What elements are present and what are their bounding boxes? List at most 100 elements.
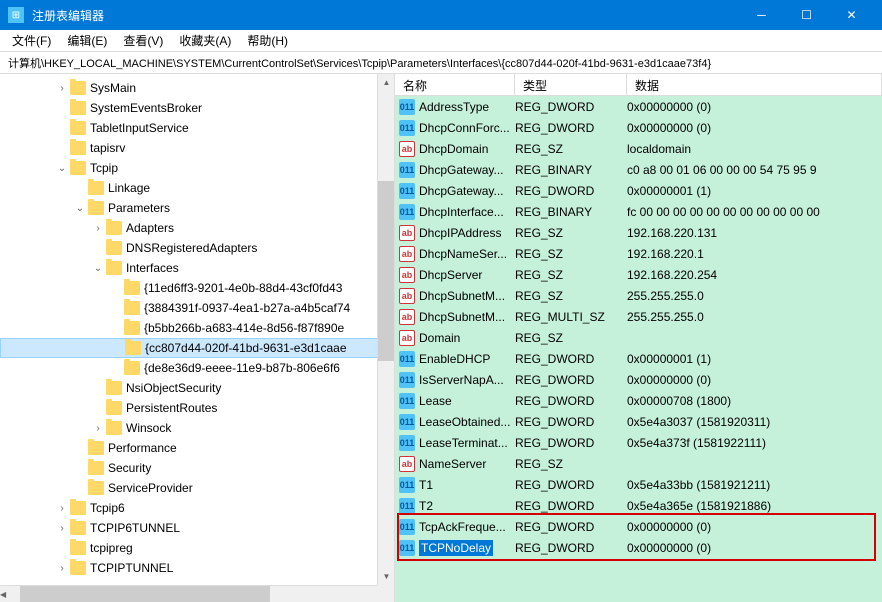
tree-item-security[interactable]: Security — [0, 458, 394, 478]
folder-icon — [70, 121, 86, 135]
listview[interactable]: 名称 类型 数据 011AddressTypeREG_DWORD0x000000… — [395, 74, 882, 602]
tree-item-tcpip[interactable]: ⌄Tcpip — [0, 158, 394, 178]
expander-icon[interactable]: ⌄ — [72, 203, 88, 214]
tree-item-nsios[interactable]: NsiObjectSecurity — [0, 378, 394, 398]
tree-item-interfaces[interactable]: ⌄ Interfaces — [0, 258, 394, 278]
maximize-button[interactable]: ☐ — [784, 0, 829, 30]
value-row[interactable]: 011IsServerNapA...REG_DWORD0x00000000 (0… — [395, 369, 882, 390]
tree-item-tcpiptunnel[interactable]: ›TCPIPTUNNEL — [0, 558, 394, 578]
value-row[interactable]: abDhcpSubnetM...REG_SZ255.255.255.0 — [395, 285, 882, 306]
tree-item-seb[interactable]: SystemEventsBroker — [0, 98, 394, 118]
value-row[interactable]: abDhcpNameSer...REG_SZ192.168.220.1 — [395, 243, 882, 264]
binary-value-icon: 011 — [399, 183, 415, 199]
value-row[interactable]: 011T1REG_DWORD0x5e4a33bb (1581921211) — [395, 474, 882, 495]
tree-label: Interfaces — [126, 261, 179, 275]
value-name: T1 — [419, 478, 433, 492]
value-row[interactable]: 011AddressTypeREG_DWORD0x00000000 (0) — [395, 96, 882, 117]
value-row[interactable]: abDhcpDomainREG_SZlocaldomain — [395, 138, 882, 159]
value-row[interactable]: 011DhcpGateway...REG_DWORD0x00000001 (1) — [395, 180, 882, 201]
value-row[interactable]: 011LeaseObtained...REG_DWORD0x5e4a3037 (… — [395, 411, 882, 432]
value-type: REG_DWORD — [515, 394, 627, 408]
value-data: 0x00000000 (0) — [627, 373, 878, 387]
tree-item-perf[interactable]: Performance — [0, 438, 394, 458]
value-row[interactable]: 011EnableDHCPREG_DWORD0x00000001 (1) — [395, 348, 882, 369]
tree-label: PersistentRoutes — [126, 401, 217, 415]
folder-icon — [70, 141, 86, 155]
menu-favorites[interactable]: 收藏夹(A) — [171, 30, 239, 51]
value-data: 0x00000001 (1) — [627, 184, 878, 198]
menubar: 文件(F) 编辑(E) 查看(V) 收藏夹(A) 帮助(H) — [0, 30, 882, 52]
string-value-icon: ab — [399, 141, 415, 157]
expander-icon[interactable]: ⌄ — [90, 263, 106, 274]
tree-item-i5[interactable]: {de8e36d9-eeee-11e9-b87b-806e6f6 — [0, 358, 394, 378]
value-data: 0x00000000 (0) — [627, 541, 878, 555]
tree-item-i4[interactable]: {cc807d44-020f-41bd-9631-e3d1caae — [0, 338, 394, 358]
value-data: c0 a8 00 01 06 00 00 00 54 75 95 9 — [627, 163, 878, 177]
expander-icon[interactable]: › — [90, 223, 106, 234]
tree-item-tcpip6[interactable]: ›Tcpip6 — [0, 498, 394, 518]
address-bar[interactable]: 计算机\HKEY_LOCAL_MACHINE\SYSTEM\CurrentCon… — [0, 52, 882, 74]
tree-item-i3[interactable]: {b5bb266b-a683-414e-8d56-f87f890e — [0, 318, 394, 338]
tree-item-i1[interactable]: {11ed6ff3-9201-4e0b-88d4-43cf0fd43 — [0, 278, 394, 298]
value-row[interactable]: abNameServerREG_SZ — [395, 453, 882, 474]
menu-file[interactable]: 文件(F) — [4, 30, 59, 51]
value-data: 0x00000000 (0) — [627, 121, 878, 135]
tree-scrollbar-horizontal[interactable]: ◀ ▶ — [0, 585, 377, 602]
tree-item-parameters[interactable]: ⌄Parameters — [0, 198, 394, 218]
menu-view[interactable]: 查看(V) — [115, 30, 171, 51]
tree-item-sysmain[interactable]: ›SysMain — [0, 78, 394, 98]
tree-item-sp[interactable]: ServiceProvider — [0, 478, 394, 498]
value-row[interactable]: 011TCPNoDelayREG_DWORD0x00000000 (0) — [395, 537, 882, 558]
expander-icon[interactable]: ⌄ — [54, 163, 70, 174]
tree-item-dnsra[interactable]: DNSRegisteredAdapters — [0, 238, 394, 258]
value-data: 0x5e4a365e (1581921886) — [627, 499, 878, 513]
value-row[interactable]: 011DhcpConnForc...REG_DWORD0x00000000 (0… — [395, 117, 882, 138]
tree-scrollbar-vertical[interactable]: ▲ ▼ — [377, 74, 394, 585]
header-data[interactable]: 数据 — [627, 74, 882, 95]
expander-icon[interactable]: › — [54, 563, 70, 574]
minimize-button[interactable]: ─ — [739, 0, 784, 30]
close-button[interactable]: ✕ — [829, 0, 874, 30]
tree-item-adapters[interactable]: ›Adapters — [0, 218, 394, 238]
tree-item-tapisrv[interactable]: tapisrv — [0, 138, 394, 158]
expander-icon[interactable]: › — [54, 523, 70, 534]
tree-item-pr[interactable]: PersistentRoutes — [0, 398, 394, 418]
tree-item-tcpipreg[interactable]: tcpipreg — [0, 538, 394, 558]
expander-icon[interactable]: › — [90, 423, 106, 434]
value-name: DhcpDomain — [419, 142, 488, 156]
value-row[interactable]: abDhcpSubnetM...REG_MULTI_SZ255.255.255.… — [395, 306, 882, 327]
treeview[interactable]: ›SysMainSystemEventsBrokerTabletInputSer… — [0, 74, 395, 602]
tree-item-i2[interactable]: {3884391f-0937-4ea1-b27a-a4b5caf74 — [0, 298, 394, 318]
content-area: ›SysMainSystemEventsBrokerTabletInputSer… — [0, 74, 882, 602]
value-row[interactable]: 011TcpAckFreque...REG_DWORD0x00000000 (0… — [395, 516, 882, 537]
value-data: 0x00000000 (0) — [627, 100, 878, 114]
tree-item-tis[interactable]: TabletInputService — [0, 118, 394, 138]
tree-item-winsock[interactable]: › Winsock — [0, 418, 394, 438]
string-value-icon: ab — [399, 225, 415, 241]
tree-label: Linkage — [108, 181, 150, 195]
folder-icon — [106, 381, 122, 395]
tree-label: Winsock — [126, 421, 171, 435]
tree-item-linkage[interactable]: Linkage — [0, 178, 394, 198]
tree-label: {11ed6ff3-9201-4e0b-88d4-43cf0fd43 — [144, 281, 342, 295]
value-row[interactable]: 011DhcpInterface...REG_BINARYfc 00 00 00… — [395, 201, 882, 222]
value-row[interactable]: abDhcpServerREG_SZ192.168.220.254 — [395, 264, 882, 285]
value-row[interactable]: abDomainREG_SZ — [395, 327, 882, 348]
header-type[interactable]: 类型 — [515, 74, 627, 95]
binary-value-icon: 011 — [399, 204, 415, 220]
value-row[interactable]: abDhcpIPAddressREG_SZ192.168.220.131 — [395, 222, 882, 243]
value-row[interactable]: 011LeaseTerminat...REG_DWORD0x5e4a373f (… — [395, 432, 882, 453]
expander-icon[interactable]: › — [54, 83, 70, 94]
tree-item-tcpip6t[interactable]: ›TCPIP6TUNNEL — [0, 518, 394, 538]
header-name[interactable]: 名称 — [395, 74, 515, 95]
menu-edit[interactable]: 编辑(E) — [59, 30, 115, 51]
value-row[interactable]: 011DhcpGateway...REG_BINARYc0 a8 00 01 0… — [395, 159, 882, 180]
value-row[interactable]: 011LeaseREG_DWORD0x00000708 (1800) — [395, 390, 882, 411]
menu-help[interactable]: 帮助(H) — [239, 30, 296, 51]
string-value-icon: ab — [399, 309, 415, 325]
value-name: AddressType — [419, 100, 489, 114]
binary-value-icon: 011 — [399, 414, 415, 430]
expander-icon[interactable]: › — [54, 503, 70, 514]
value-row[interactable]: 011T2REG_DWORD0x5e4a365e (1581921886) — [395, 495, 882, 516]
value-data: localdomain — [627, 142, 878, 156]
